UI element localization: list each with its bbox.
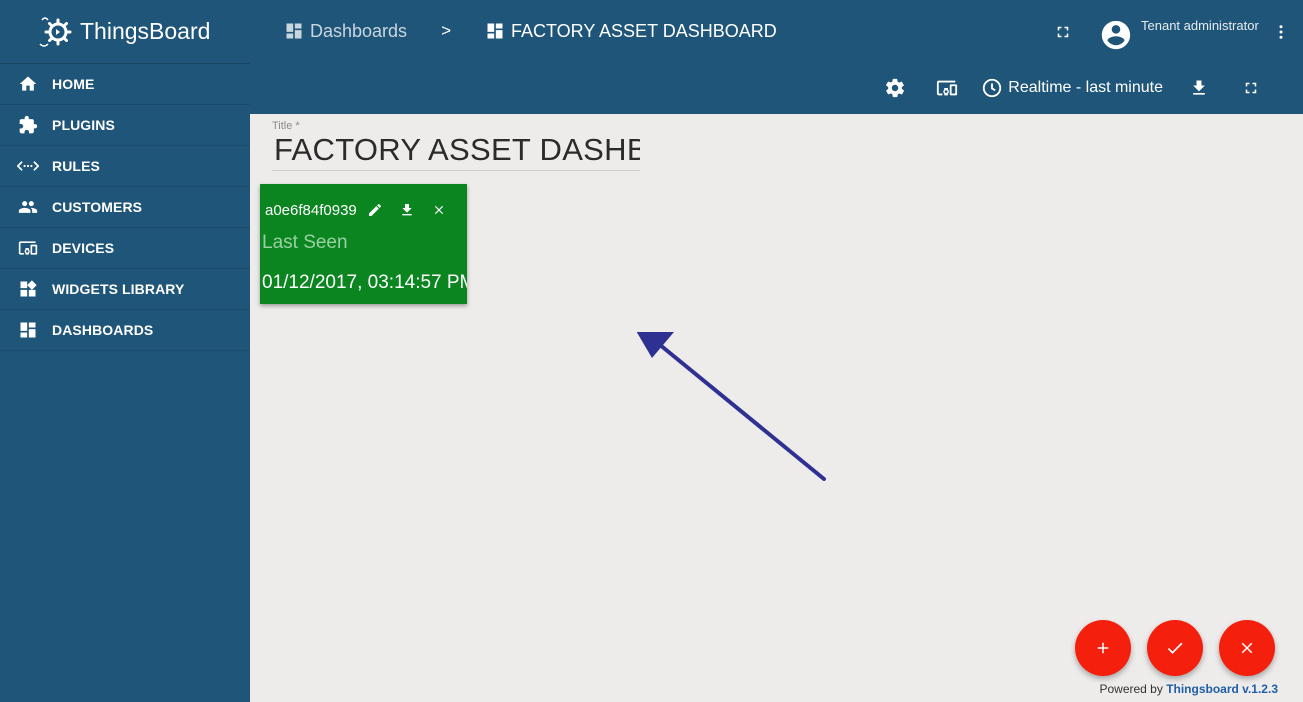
code-arrows-icon bbox=[17, 155, 39, 177]
breadcrumb: Dashboards > FACTORY ASSET DASHBOARD bbox=[284, 18, 777, 44]
decline-changes-button[interactable] bbox=[1219, 620, 1275, 676]
timewindow-selector[interactable]: Realtime - last minute bbox=[981, 77, 1163, 99]
breadcrumb-current: FACTORY ASSET DASHBOARD bbox=[485, 21, 777, 42]
sidebar-item-label: WIDGETS LIBRARY bbox=[52, 281, 185, 297]
dashboard-icon bbox=[17, 319, 39, 341]
sidebar-item-devices[interactable]: DEVICES bbox=[0, 228, 250, 269]
breadcrumb-separator: > bbox=[441, 21, 451, 40]
sidebar-item-plugins[interactable]: PLUGINS bbox=[0, 105, 250, 146]
devices-icon bbox=[937, 80, 958, 96]
widget-value: 01/12/2017, 03:14:57 PM bbox=[262, 272, 467, 293]
apply-changes-button[interactable] bbox=[1147, 620, 1203, 676]
dashboard-icon bbox=[487, 23, 503, 39]
pencil-icon bbox=[368, 204, 381, 216]
powered-by: Powered by Thingsboard v.1.2.3 bbox=[1099, 682, 1278, 696]
add-widget-button[interactable] bbox=[1075, 620, 1131, 676]
more-menu-button[interactable] bbox=[1259, 12, 1303, 52]
plus-icon bbox=[1097, 642, 1109, 654]
dashboard-content: Title * a0e6f84f0939 Last Seen 01/12/201… bbox=[250, 114, 1303, 702]
brand-name: ThingsBoard bbox=[80, 18, 211, 44]
breadcrumb-parent-label: Dashboards bbox=[310, 20, 408, 41]
sidebar-item-label: HOME bbox=[52, 76, 95, 92]
sidebar-item-rules[interactable]: RULES bbox=[0, 146, 250, 187]
sidebar-item-label: RULES bbox=[52, 158, 100, 174]
widget-title: a0e6f84f0939 bbox=[265, 201, 357, 219]
fab-group bbox=[1059, 620, 1275, 676]
annotation-arrow-icon bbox=[636, 332, 826, 481]
close-icon bbox=[1241, 642, 1253, 654]
sidebar-item-dashboards[interactable]: DASHBOARDS bbox=[0, 310, 250, 351]
title-field-label: Title * bbox=[272, 120, 300, 132]
download-icon bbox=[1193, 80, 1205, 95]
settings-button[interactable] bbox=[869, 68, 921, 108]
puzzle-icon bbox=[17, 114, 39, 136]
sidebar-item-label: DEVICES bbox=[52, 240, 115, 256]
sidebar: ThingsBoard HOME PLUGINS RULES CUSTOMERS… bbox=[0, 0, 250, 702]
sidebar-item-widgets-library[interactable]: WIDGETS LIBRARY bbox=[0, 269, 250, 310]
breadcrumb-current-label: FACTORY ASSET DASHBOARD bbox=[511, 20, 777, 41]
last-seen-widget[interactable]: a0e6f84f0939 Last Seen 01/12/2017, 03:14… bbox=[260, 184, 467, 304]
devices-icon bbox=[17, 237, 39, 259]
sidebar-item-label: PLUGINS bbox=[52, 117, 115, 133]
timewindow-label: Realtime - last minute bbox=[1008, 79, 1163, 96]
title-input[interactable] bbox=[272, 132, 640, 171]
title-field: Title * bbox=[272, 120, 642, 171]
header-actions: Tenant administrator bbox=[1043, 10, 1303, 54]
export-widget-button[interactable] bbox=[391, 198, 423, 222]
fullscreen-button[interactable] bbox=[1043, 12, 1083, 52]
breadcrumb-dashboards[interactable]: Dashboards bbox=[284, 21, 407, 42]
powered-by-prefix: Powered by bbox=[1099, 682, 1167, 696]
dashboard-icon bbox=[286, 23, 302, 39]
dashboard-fullscreen-button[interactable] bbox=[1225, 68, 1277, 108]
widget-header: a0e6f84f0939 bbox=[265, 198, 455, 222]
sidebar-item-home[interactable]: HOME bbox=[0, 64, 250, 105]
edit-widget-button[interactable] bbox=[359, 198, 391, 222]
devices-toggle-button[interactable] bbox=[921, 68, 973, 108]
people-icon bbox=[17, 196, 39, 218]
thingsboard-logo-icon bbox=[39, 16, 72, 47]
user-menu[interactable]: Tenant administrator bbox=[1099, 13, 1259, 52]
download-icon bbox=[402, 204, 412, 216]
fullscreen-icon bbox=[1057, 26, 1069, 38]
gear-icon bbox=[886, 78, 905, 98]
dashboard-toolbar: Realtime - last minute bbox=[869, 68, 1277, 108]
thingsboard-version-link[interactable]: Thingsboard v.1.2.3 bbox=[1166, 682, 1278, 696]
more-vert-icon bbox=[1279, 25, 1283, 39]
close-icon bbox=[434, 205, 443, 215]
user-name: Tenant administrator bbox=[1141, 17, 1259, 33]
sidebar-item-label: DASHBOARDS bbox=[52, 322, 154, 338]
brand[interactable]: ThingsBoard bbox=[0, 0, 250, 64]
remove-widget-button[interactable] bbox=[423, 198, 455, 222]
top-header: Dashboards > FACTORY ASSET DASHBOARD Ten… bbox=[250, 0, 1303, 114]
fullscreen-icon bbox=[1245, 82, 1257, 94]
export-button[interactable] bbox=[1173, 68, 1225, 108]
account-circle-icon bbox=[1101, 20, 1131, 49]
sidebar-item-customers[interactable]: CUSTOMERS bbox=[0, 187, 250, 228]
clock-icon bbox=[983, 78, 1002, 98]
widget-label: Last Seen bbox=[262, 232, 348, 253]
sidebar-item-label: CUSTOMERS bbox=[52, 199, 143, 215]
home-icon bbox=[17, 73, 39, 95]
widgets-icon bbox=[17, 278, 39, 300]
check-icon bbox=[1167, 642, 1183, 654]
